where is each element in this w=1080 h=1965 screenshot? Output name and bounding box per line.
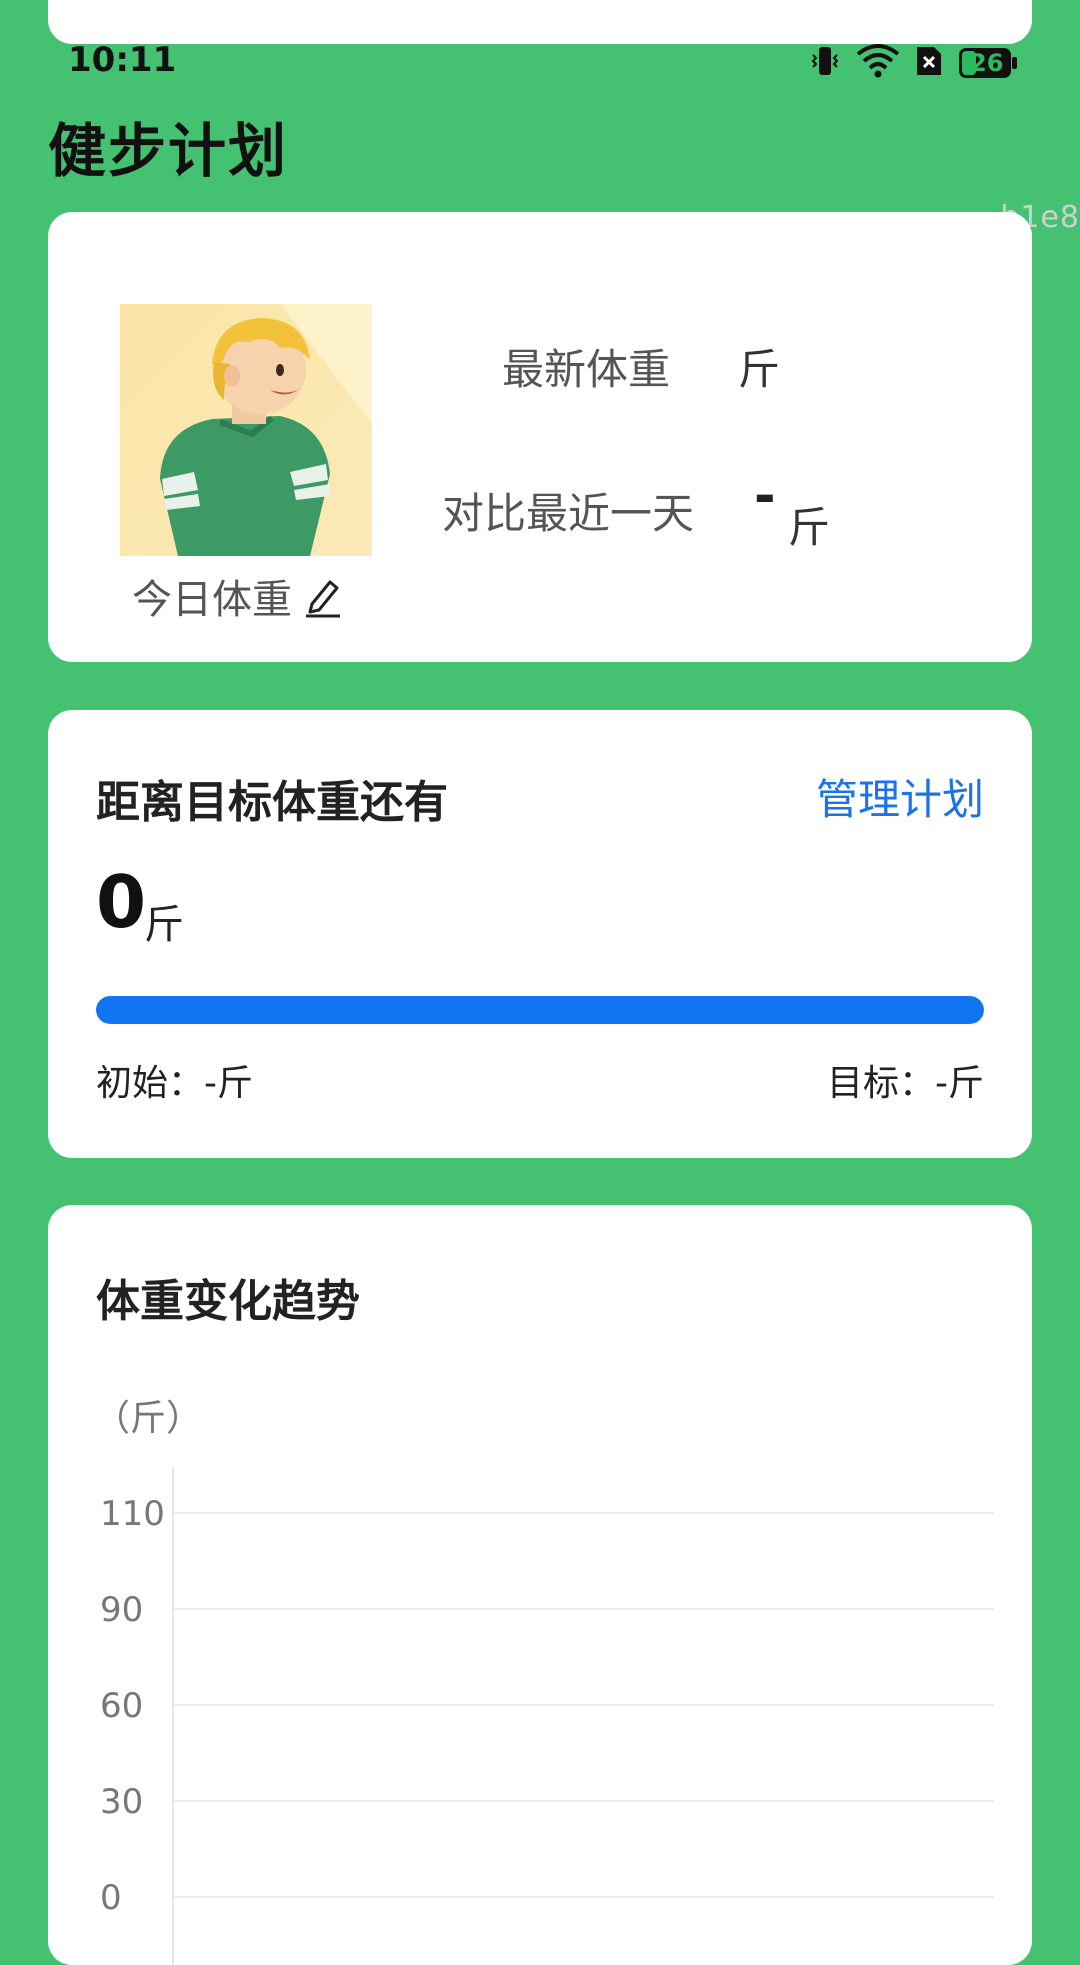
status-icons: 26 (808, 44, 1018, 82)
compare-unit: 斤 (788, 503, 831, 552)
compare-label: 对比最近一天 (442, 489, 695, 538)
latest-weight-label: 最新体重 (502, 345, 671, 394)
remaining-weight-unit: 斤 (144, 902, 184, 948)
y-tick-label: 90 (100, 1590, 143, 1630)
no-sim-icon (914, 44, 944, 82)
remaining-weight-value: 0 (96, 860, 147, 944)
start-weight-label: 初始：-斤 (96, 1063, 253, 1104)
battery-icon: 26 (958, 47, 1018, 79)
y-tick-label: 30 (100, 1782, 143, 1822)
trend-title: 体重变化趋势 (96, 1276, 360, 1327)
manage-plan-link[interactable]: 管理计划 (816, 766, 984, 827)
y-tick-label: 110 (100, 1494, 165, 1534)
avatar (120, 304, 372, 556)
y-tick-label: 0 (100, 1878, 122, 1918)
compare-value: - (754, 466, 776, 526)
latest-weight-unit: 斤 (738, 345, 781, 394)
wifi-icon (856, 44, 900, 82)
battery-level: 26 (970, 49, 1004, 77)
trend-card: 110 90 60 30 0 体重变化趋势 （斤） (48, 1205, 1032, 1965)
goal-title: 距离目标体重还有 (96, 777, 448, 828)
goal-card: 距离目标体重还有 管理计划 0 斤 初始：-斤 目标：-斤 (48, 710, 1032, 1158)
weight-summary-card: 今日体重 最新体重 斤 对比最近一天 - 斤 (48, 212, 1032, 662)
goal-progress-bar (96, 996, 984, 1024)
status-bar: 10:11 26 (0, 36, 1080, 84)
today-weight-edit[interactable]: 今日体重 (132, 567, 342, 625)
goal-progress-fill (96, 996, 984, 1024)
y-tick-label: 60 (100, 1686, 143, 1726)
chart-unit-label: （斤） (94, 1398, 203, 1439)
edit-pencil-icon[interactable] (302, 574, 342, 618)
vibrate-icon (808, 44, 842, 82)
target-weight-label: 目标：-斤 (827, 1063, 984, 1104)
status-time: 10:11 (68, 40, 177, 80)
today-weight-label: 今日体重 (132, 577, 292, 623)
page-title: 健步计划 (48, 117, 289, 185)
